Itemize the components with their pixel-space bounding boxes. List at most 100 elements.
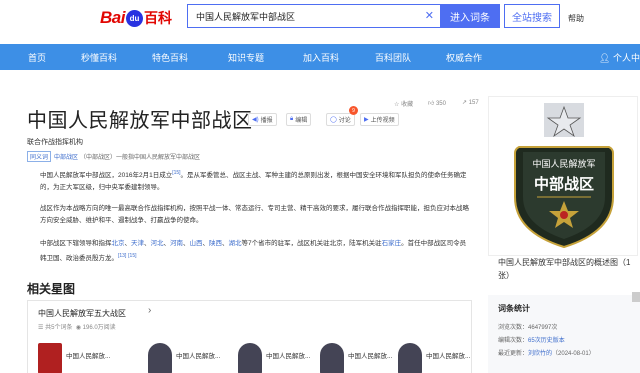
paragraph-2: 战区作为本战略方向的唯一最高联合作战指挥机构，按照平战一体、常态运行、专司主营、… xyxy=(40,205,469,224)
synonym-note: （中部战区）一般指中国人民解放军中部战区 xyxy=(80,155,201,161)
close-icon[interactable]: ✕ xyxy=(425,9,434,22)
baidu-baike-logo[interactable]: Bai du 百科 xyxy=(100,8,172,28)
edits-label: 编辑次数： xyxy=(498,338,529,344)
scroll-indicator[interactable] xyxy=(632,292,640,302)
album-title: 中国人民解放军五大战区 xyxy=(38,309,126,318)
album-card[interactable]: 中国人民解放军五大战区 › ☰ 共5个词条 ◉ 196.0万阅读 中国人民解放.… xyxy=(27,300,472,373)
citation-ref[interactable]: [15] xyxy=(172,170,180,176)
comment-icon: ◯ xyxy=(330,117,337,123)
speaker-icon: ◀︎) xyxy=(252,117,259,123)
history-link[interactable]: 65次历史版本 xyxy=(528,338,565,344)
views-stat: 浏览次数：4647997次 xyxy=(498,322,557,331)
discuss-count-badge: 9 xyxy=(349,106,358,115)
thumbs-up-icon: 👍︎ xyxy=(428,101,435,107)
top-header: Bai du 百科 中国人民解放军中部战区 ✕ 进入词条 全站搜索 帮助 xyxy=(0,0,640,44)
nav-item-team[interactable]: 百科团队 xyxy=(375,51,411,64)
logo-paw-icon: du xyxy=(125,9,143,27)
logo-text-bai: Bai xyxy=(100,8,125,27)
album-meta: ☰ 共5个词条 ◉ 196.0万阅读 xyxy=(38,322,116,331)
collect-label: 收藏 xyxy=(401,102,414,108)
album-item-thumb[interactable] xyxy=(398,343,422,373)
bayi-emblem xyxy=(544,103,584,138)
chevron-right-icon: › xyxy=(148,305,152,316)
emblem-text-line1: 中国人民解放军 xyxy=(532,158,595,170)
main-nav: 首页 秒懂百科 特色百科 知识专题 加入百科 百科团队 权威合作 👤︎ 个人中 xyxy=(0,44,640,70)
share-icon: ↗ xyxy=(462,100,468,106)
album-item-label[interactable]: 中国人民解放... xyxy=(426,350,470,360)
upload-video-button[interactable]: ▶︎ 上传视频 xyxy=(360,113,399,126)
summary-image[interactable]: 中国人民解放军 中部战区 xyxy=(488,96,638,256)
province-link[interactable]: 北京 xyxy=(112,240,125,247)
album-item-label[interactable]: 中国人民解放... xyxy=(66,350,110,360)
recent-user-link[interactable]: 刘欣竹的 xyxy=(528,351,552,357)
search-input-value: 中国人民解放军中部战区 xyxy=(196,11,296,22)
like-count: 350 xyxy=(435,101,446,107)
stats-heading: 词条统计 xyxy=(498,304,530,313)
nav-item-cooperation[interactable]: 权威合作 xyxy=(446,51,482,64)
discuss-button[interactable]: ◯ 讨论 xyxy=(326,113,355,126)
province-link[interactable]: 天津 xyxy=(131,240,144,247)
album-item-thumb[interactable] xyxy=(38,343,62,373)
central-theater-emblem: 中国人民解放军 中部战区 xyxy=(514,103,614,249)
user-menu-label: 个人中 xyxy=(612,53,640,63)
recent-date: （2024-08-01） xyxy=(552,351,595,357)
logo-text-baike: 百科 xyxy=(143,10,172,26)
emblem-text-line2: 中部战区 xyxy=(534,175,594,193)
edit-button[interactable]: 🔒︎ 编辑 xyxy=(286,113,312,126)
user-menu[interactable]: 👤︎ 个人中 xyxy=(599,51,640,64)
synonym-row: 同义词 中部战区 （中部战区）一般指中国人民解放军中部战区 xyxy=(27,151,200,162)
city-link[interactable]: 石家庄 xyxy=(382,240,402,247)
list-icon: ☰ xyxy=(38,325,44,331)
discuss-label: 讨论 xyxy=(338,118,351,124)
summary-image-caption[interactable]: 中国人民解放军中部战区的概述图（1张） xyxy=(498,256,638,282)
help-link[interactable]: 帮助 xyxy=(568,13,584,24)
search-all-button[interactable]: 全站搜索 xyxy=(504,4,560,28)
nav-item-topics[interactable]: 知识专题 xyxy=(228,51,264,64)
nav-item-join[interactable]: 加入百科 xyxy=(303,51,339,64)
lock-icon: 🔒︎ xyxy=(290,116,294,122)
citation-ref[interactable]: [13] xyxy=(118,253,126,259)
province-link[interactable]: 湖北 xyxy=(229,240,242,247)
album-item-label[interactable]: 中国人民解放... xyxy=(266,350,310,360)
synonym-term-link[interactable]: 中部战区 xyxy=(54,152,78,161)
nav-item-featured[interactable]: 特色百科 xyxy=(152,51,188,64)
search-input[interactable]: 中国人民解放军中部战区 ✕ xyxy=(187,4,440,28)
para3-mid: 等7个省市的驻军，战区机关驻北京，陆军机关驻 xyxy=(241,240,382,247)
share-button[interactable]: ↗ 157 xyxy=(462,99,479,106)
entry-stats-panel: 词条统计 浏览次数：4647997次 编辑次数：65次历史版本 最近更新：刘欣竹… xyxy=(488,295,640,373)
synonym-tag: 同义词 xyxy=(27,151,52,162)
album-count: 共5个词条 xyxy=(45,325,73,331)
album-item-label[interactable]: 中国人民解放... xyxy=(176,350,220,360)
paragraph-3: 中部战区下辖领导和指挥北京、天津、河北、河南、山西、陕西、湖北等7个省市的驻军，… xyxy=(40,238,470,265)
province-link[interactable]: 陕西 xyxy=(209,240,222,247)
recent-label: 最近更新： xyxy=(498,351,529,357)
broadcast-button[interactable]: ◀︎) 播报 xyxy=(248,113,277,126)
paragraph-1: 中国人民解放军中部战区，2016年2月1日成立[15]。是从军委管总、战区主战、… xyxy=(40,167,470,194)
enter-entry-button[interactable]: 进入词条 xyxy=(440,4,500,28)
edit-label: 编辑 xyxy=(295,118,308,124)
page-title: 中国人民解放军中部战区 xyxy=(27,110,253,132)
user-icon: 👤︎ xyxy=(599,53,613,63)
like-button[interactable]: 👍︎ 350 xyxy=(428,99,446,107)
album-item-thumb[interactable] xyxy=(320,343,344,373)
para3-lead: 中部战区下辖领导和指挥 xyxy=(40,240,112,247)
para1-text: 中国人民解放军中部战区，2016年2月1日成立 xyxy=(40,172,173,180)
citation-ref[interactable]: [15] xyxy=(128,253,136,259)
recent-update: 最近更新：刘欣竹的（2024-08-01） xyxy=(498,348,595,357)
album-item-thumb[interactable] xyxy=(238,343,262,373)
video-icon: ▶︎ xyxy=(364,117,369,123)
upload-video-label: 上传视频 xyxy=(370,118,395,124)
album-item-thumb[interactable] xyxy=(148,343,172,373)
province-link[interactable]: 河北 xyxy=(151,240,164,247)
eye-icon: ◉ xyxy=(75,325,81,331)
nav-item-video[interactable]: 秒懂百科 xyxy=(81,51,117,64)
province-link[interactable]: 河南 xyxy=(170,240,183,247)
nav-item-home[interactable]: 首页 xyxy=(28,51,46,64)
edits-stat: 编辑次数：65次历史版本 xyxy=(498,335,565,344)
province-link[interactable]: 山西 xyxy=(190,240,203,247)
collect-button[interactable]: ☆ 收藏 xyxy=(394,99,413,108)
album-item-label[interactable]: 中国人民解放... xyxy=(348,350,392,360)
views-value: 4647997次 xyxy=(528,325,558,331)
broadcast-label: 播报 xyxy=(260,118,273,124)
entry-subtitle: 联合作战指挥机构 xyxy=(27,139,83,146)
